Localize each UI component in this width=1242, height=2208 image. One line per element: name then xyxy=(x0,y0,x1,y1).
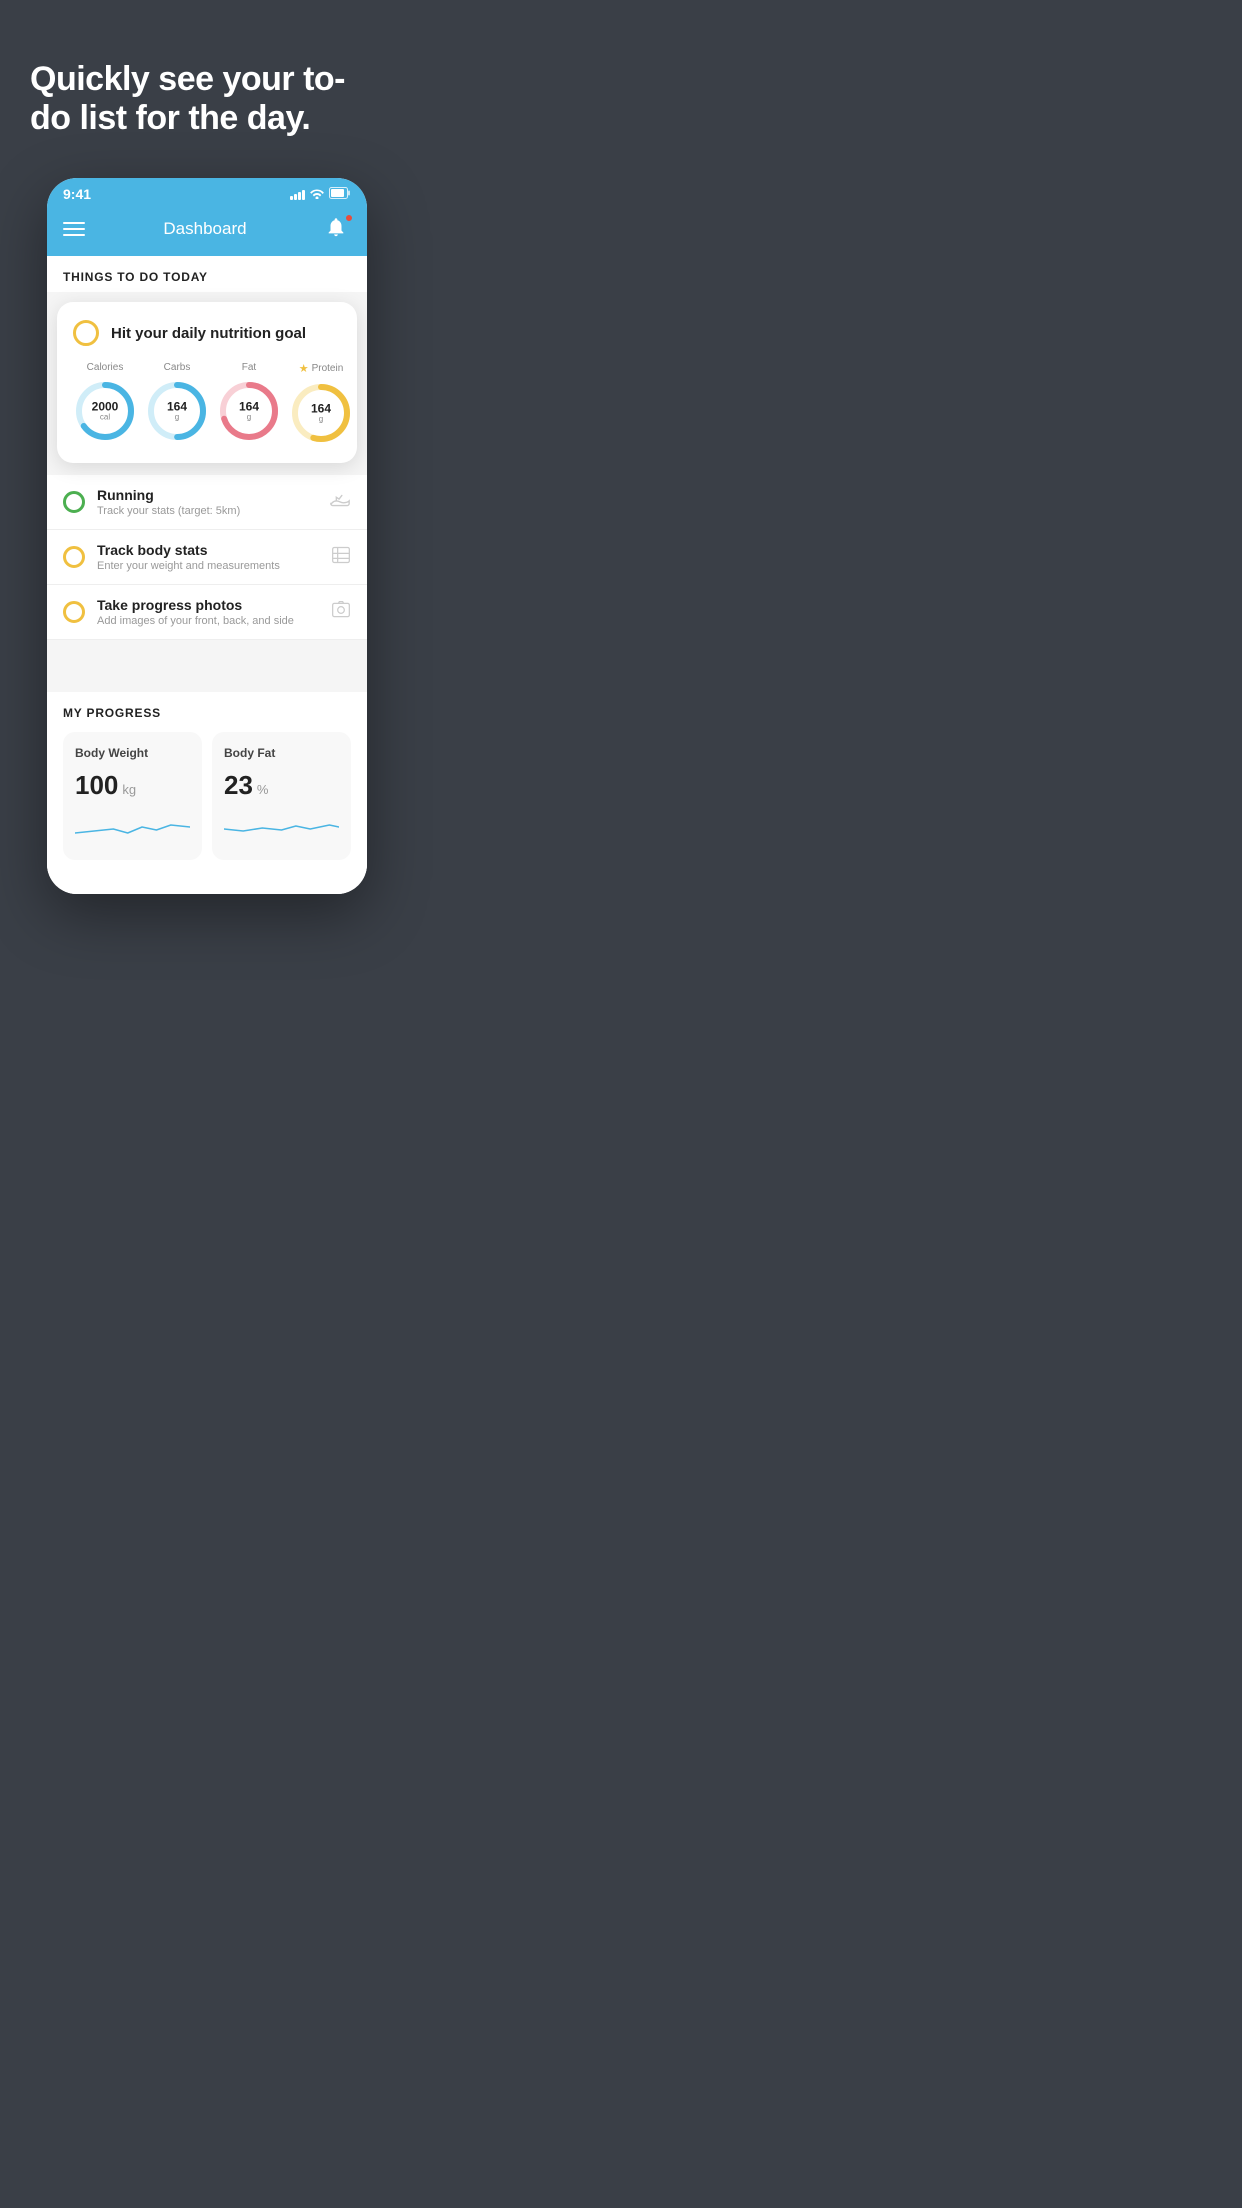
protein-donut: 164 g xyxy=(289,381,353,445)
nutrition-protein: ★ Protein 164 g xyxy=(289,362,353,445)
spacer xyxy=(47,640,367,668)
carbs-label: Carbs xyxy=(164,362,191,373)
star-icon: ★ xyxy=(299,362,309,375)
status-icons xyxy=(290,187,351,202)
body-fat-title: Body Fat xyxy=(224,746,339,760)
things-to-do-header: THINGS TO DO TODAY xyxy=(47,256,367,292)
nutrition-card: Hit your daily nutrition goal Calories 2… xyxy=(57,302,357,463)
progress-photos-text: Take progress photos Add images of your … xyxy=(97,597,319,627)
hamburger-line-2 xyxy=(63,228,85,230)
nav-bar: Dashboard xyxy=(47,206,367,256)
calories-label: Calories xyxy=(87,362,124,373)
carbs-donut: 164 g xyxy=(145,379,209,443)
hamburger-line-3 xyxy=(63,234,85,236)
carbs-value-text: 164 g xyxy=(167,401,187,422)
bottom-padding xyxy=(47,874,367,894)
body-weight-value-row: 100 kg xyxy=(75,770,190,801)
progress-photos-check-circle xyxy=(63,601,85,623)
body-fat-value-row: 23 % xyxy=(224,770,339,801)
body-fat-unit: % xyxy=(257,782,269,797)
body-fat-chart xyxy=(224,811,339,841)
track-body-title: Track body stats xyxy=(97,542,319,558)
nutrition-fat: Fat 164 g xyxy=(217,362,281,445)
todo-item-progress-photos[interactable]: Take progress photos Add images of your … xyxy=(47,585,367,640)
hero-section: Quickly see your to-do list for the day. xyxy=(0,0,414,158)
signal-bars-icon xyxy=(290,188,305,200)
fat-donut: 164 g xyxy=(217,379,281,443)
hero-title: Quickly see your to-do list for the day. xyxy=(30,60,384,138)
body-weight-title: Body Weight xyxy=(75,746,190,760)
nutrition-row: Calories 2000 cal Carbs xyxy=(73,362,341,445)
nutrition-calories: Calories 2000 cal xyxy=(73,362,137,445)
signal-bar-1 xyxy=(290,196,293,200)
body-weight-value: 100 xyxy=(75,770,118,801)
progress-cards: Body Weight 100 kg Body Fat 23 % xyxy=(63,732,351,860)
running-check-circle xyxy=(63,491,85,513)
nutrition-check-circle xyxy=(73,320,99,346)
body-weight-unit: kg xyxy=(122,782,136,797)
nav-title: Dashboard xyxy=(163,219,246,239)
body-weight-card[interactable]: Body Weight 100 kg xyxy=(63,732,202,860)
progress-photos-title: Take progress photos xyxy=(97,597,319,613)
phone-mockup: 9:41 xyxy=(47,178,367,894)
signal-bar-3 xyxy=(298,192,301,200)
progress-section: MY PROGRESS Body Weight 100 kg Body Fat xyxy=(47,692,367,874)
track-body-text: Track body stats Enter your weight and m… xyxy=(97,542,319,572)
scale-icon xyxy=(331,545,351,570)
status-time: 9:41 xyxy=(63,186,91,202)
body-fat-card[interactable]: Body Fat 23 % xyxy=(212,732,351,860)
status-bar: 9:41 xyxy=(47,178,367,206)
nutrition-carbs: Carbs 164 g xyxy=(145,362,209,445)
hamburger-menu-button[interactable] xyxy=(63,222,85,236)
hamburger-line-1 xyxy=(63,222,85,224)
wifi-icon xyxy=(310,187,324,202)
app-content: THINGS TO DO TODAY Hit your daily nutrit… xyxy=(47,256,367,894)
body-fat-value: 23 xyxy=(224,770,253,801)
signal-bar-2 xyxy=(294,194,297,200)
signal-bar-4 xyxy=(302,190,305,200)
my-progress-header: MY PROGRESS xyxy=(63,706,351,720)
calories-value-text: 2000 cal xyxy=(92,401,119,422)
todo-item-running[interactable]: Running Track your stats (target: 5km) xyxy=(47,475,367,530)
nutrition-card-title: Hit your daily nutrition goal xyxy=(111,325,306,342)
notification-bell-button[interactable] xyxy=(325,216,351,242)
running-subtitle: Track your stats (target: 5km) xyxy=(97,505,317,517)
nutrition-card-header: Hit your daily nutrition goal xyxy=(73,320,341,346)
track-body-subtitle: Enter your weight and measurements xyxy=(97,560,319,572)
battery-icon xyxy=(329,187,351,202)
running-title: Running xyxy=(97,487,317,503)
progress-photos-subtitle: Add images of your front, back, and side xyxy=(97,615,319,627)
running-text: Running Track your stats (target: 5km) xyxy=(97,487,317,517)
track-body-check-circle xyxy=(63,546,85,568)
todo-item-track-body[interactable]: Track body stats Enter your weight and m… xyxy=(47,530,367,585)
todo-list: Running Track your stats (target: 5km) T… xyxy=(47,475,367,640)
fat-label: Fat xyxy=(242,362,256,373)
shoe-icon xyxy=(329,491,351,514)
notification-dot xyxy=(345,214,353,222)
body-weight-chart xyxy=(75,811,190,841)
calories-donut: 2000 cal xyxy=(73,379,137,443)
photo-icon xyxy=(331,600,351,625)
fat-value-text: 164 g xyxy=(239,401,259,422)
protein-label: ★ Protein xyxy=(299,362,344,375)
protein-value-text: 164 g xyxy=(311,403,331,424)
